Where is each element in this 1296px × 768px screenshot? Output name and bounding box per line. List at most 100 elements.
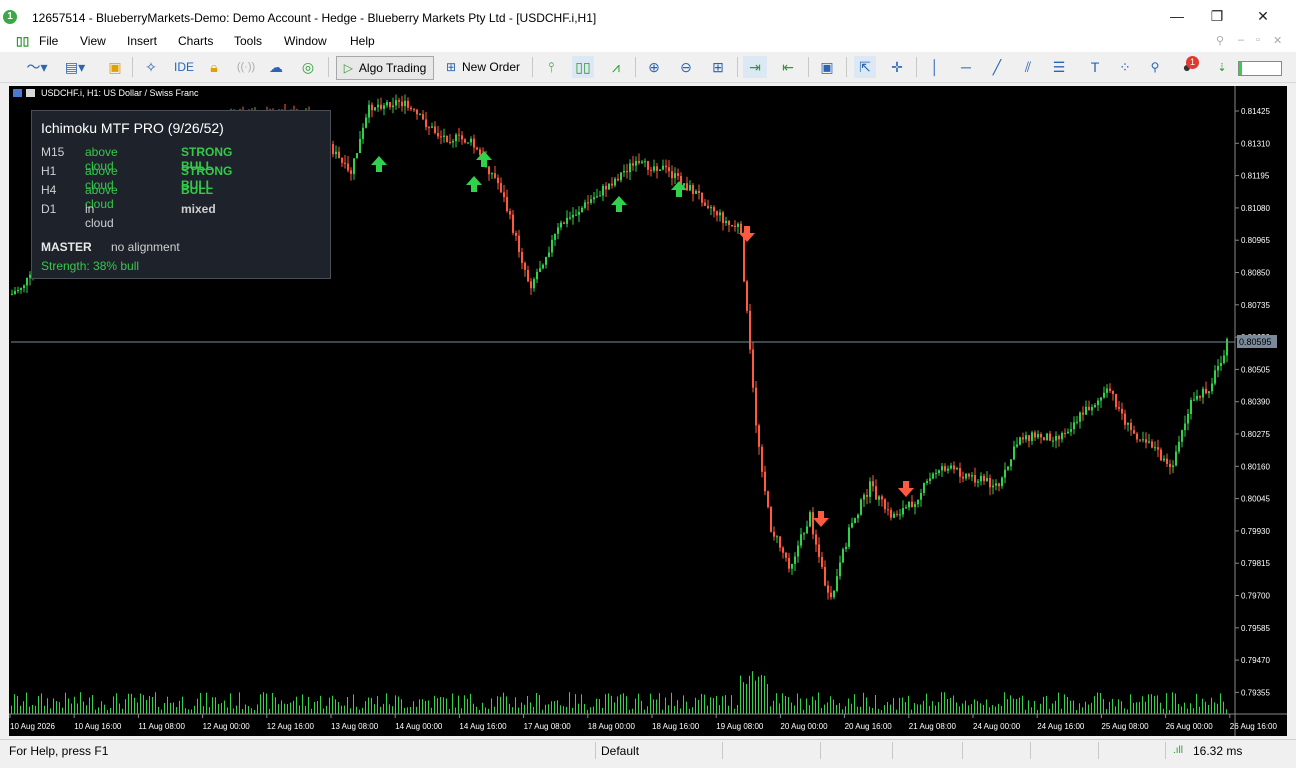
menu-view[interactable]: View <box>80 34 106 48</box>
timeframe-label: M15 <box>41 145 65 159</box>
candle-body <box>689 185 691 191</box>
candle-body <box>611 183 613 186</box>
notifications-button[interactable]: ● 1 <box>1174 56 1200 78</box>
templates-icon[interactable]: ▤▾ <box>58 56 92 78</box>
candle-body <box>884 499 886 510</box>
chart-shift-icon[interactable]: ⇤ <box>776 56 800 78</box>
crosshair-icon[interactable]: ✛ <box>886 56 908 78</box>
volume-bar <box>89 697 90 714</box>
volume-bar <box>86 705 87 714</box>
vps-icon[interactable]: ◎ <box>297 56 319 78</box>
pin-icon[interactable]: ⚲ <box>1216 34 1224 47</box>
candle-body <box>1112 390 1114 395</box>
candlestick-icon[interactable]: ▯▯ <box>572 56 594 78</box>
volume-bar <box>563 706 564 714</box>
close-button[interactable]: ✕ <box>1248 8 1278 25</box>
candle-body <box>536 271 538 280</box>
cloud-icon[interactable]: ☁ <box>265 56 287 78</box>
line-chart-icon[interactable]: ⩘ <box>605 56 627 78</box>
candle-body <box>488 166 490 175</box>
shapes-icon[interactable]: ⁘ <box>1114 56 1136 78</box>
mdi-minimize-icon[interactable]: – <box>1238 34 1244 46</box>
volume-bar <box>479 709 480 714</box>
mdi-close-icon[interactable]: ✕ <box>1273 34 1282 47</box>
bar-chart-icon[interactable]: ⫯ <box>540 56 562 78</box>
volume-bar <box>1181 706 1182 714</box>
candle-body <box>746 281 748 311</box>
candle-body <box>968 473 970 477</box>
menu-help[interactable]: Help <box>350 34 375 48</box>
candle-body <box>1124 413 1126 425</box>
volume-bar <box>1196 693 1197 714</box>
price-label: 0.79355 <box>1241 688 1270 697</box>
screenshot-icon[interactable]: ▣ <box>816 56 838 78</box>
fibonacci-icon[interactable]: ☰ <box>1048 56 1070 78</box>
menu-tools[interactable]: Tools <box>234 34 262 48</box>
text-tool-icon[interactable]: T <box>1084 56 1106 78</box>
volume-bar <box>818 692 819 714</box>
search-icon[interactable]: ⚲ <box>1144 56 1166 78</box>
progress-box <box>1238 61 1282 76</box>
vertical-line-icon[interactable]: │ <box>924 56 946 78</box>
zoom-in-icon[interactable]: ⊕ <box>643 56 665 78</box>
channel-icon[interactable]: ⫽ <box>1017 56 1039 78</box>
volume-bar <box>1079 703 1080 714</box>
volume-bar <box>932 701 933 714</box>
volume-bar <box>1160 702 1161 714</box>
chart-type-icon[interactable]: 〜▾ <box>20 56 54 78</box>
grid-icon[interactable]: ⊞ <box>707 56 729 78</box>
algo-trading-button[interactable]: ▷ Algo Trading <box>336 56 434 80</box>
maximize-button[interactable]: ❐ <box>1202 8 1232 25</box>
candle-body <box>623 171 625 173</box>
candle-body <box>383 105 385 109</box>
candle-body <box>347 163 349 171</box>
candle-body <box>1016 444 1018 447</box>
volume-bar <box>764 675 765 714</box>
candle-body <box>1127 422 1129 425</box>
cursor-icon[interactable]: ⇱ <box>854 56 876 78</box>
volume-bar <box>698 699 699 714</box>
candle-body <box>893 513 895 518</box>
candle-body <box>971 475 973 477</box>
level-icon[interactable]: ⇣ <box>1210 56 1234 78</box>
zoom-out-icon[interactable]: ⊖ <box>675 56 697 78</box>
candle-body <box>911 501 913 507</box>
chart-menu-icon[interactable] <box>13 89 22 97</box>
trendline-icon[interactable]: ╱ <box>986 56 1008 78</box>
menu-window[interactable]: Window <box>284 34 327 48</box>
menu-insert[interactable]: Insert <box>127 34 157 48</box>
volume-bar <box>134 697 135 714</box>
market-icon[interactable]: ▣ <box>104 56 126 78</box>
horizontal-line-icon[interactable]: ─ <box>955 56 977 78</box>
ide-button[interactable]: IDE <box>170 56 198 78</box>
menu-file[interactable]: File <box>39 34 58 48</box>
candle-body <box>1067 431 1069 433</box>
candle-body <box>962 476 964 479</box>
new-order-button[interactable]: ⊞ New Order <box>440 56 526 78</box>
candle-body <box>734 225 736 227</box>
volume-bar <box>701 693 702 714</box>
ai-sparkle-icon[interactable]: ✧ <box>140 56 162 78</box>
signal-icon[interactable]: ((·)) <box>235 56 257 78</box>
volume-bar <box>98 707 99 714</box>
candle-body <box>866 494 868 497</box>
profile-name[interactable]: Default <box>601 744 639 758</box>
candle-body <box>863 494 865 500</box>
volume-bar <box>404 707 405 714</box>
candle-body <box>494 173 496 178</box>
lock-icon[interactable]: 🔒︎ <box>203 56 225 78</box>
candle-body <box>1214 370 1216 384</box>
candle-body <box>953 465 955 470</box>
volume-bar <box>491 698 492 714</box>
candle-body <box>527 269 529 282</box>
candle-body <box>497 177 499 184</box>
volume-bar <box>527 695 528 714</box>
volume-bar <box>1064 694 1065 714</box>
autoscroll-icon[interactable]: ⇥ <box>743 56 767 78</box>
candle-body <box>434 126 436 133</box>
minimize-button[interactable]: — <box>1162 8 1192 24</box>
volume-bar <box>434 695 435 714</box>
mdi-restore-icon[interactable]: ▫ <box>1256 34 1260 46</box>
candle-body <box>701 192 703 203</box>
menu-charts[interactable]: Charts <box>178 34 213 48</box>
